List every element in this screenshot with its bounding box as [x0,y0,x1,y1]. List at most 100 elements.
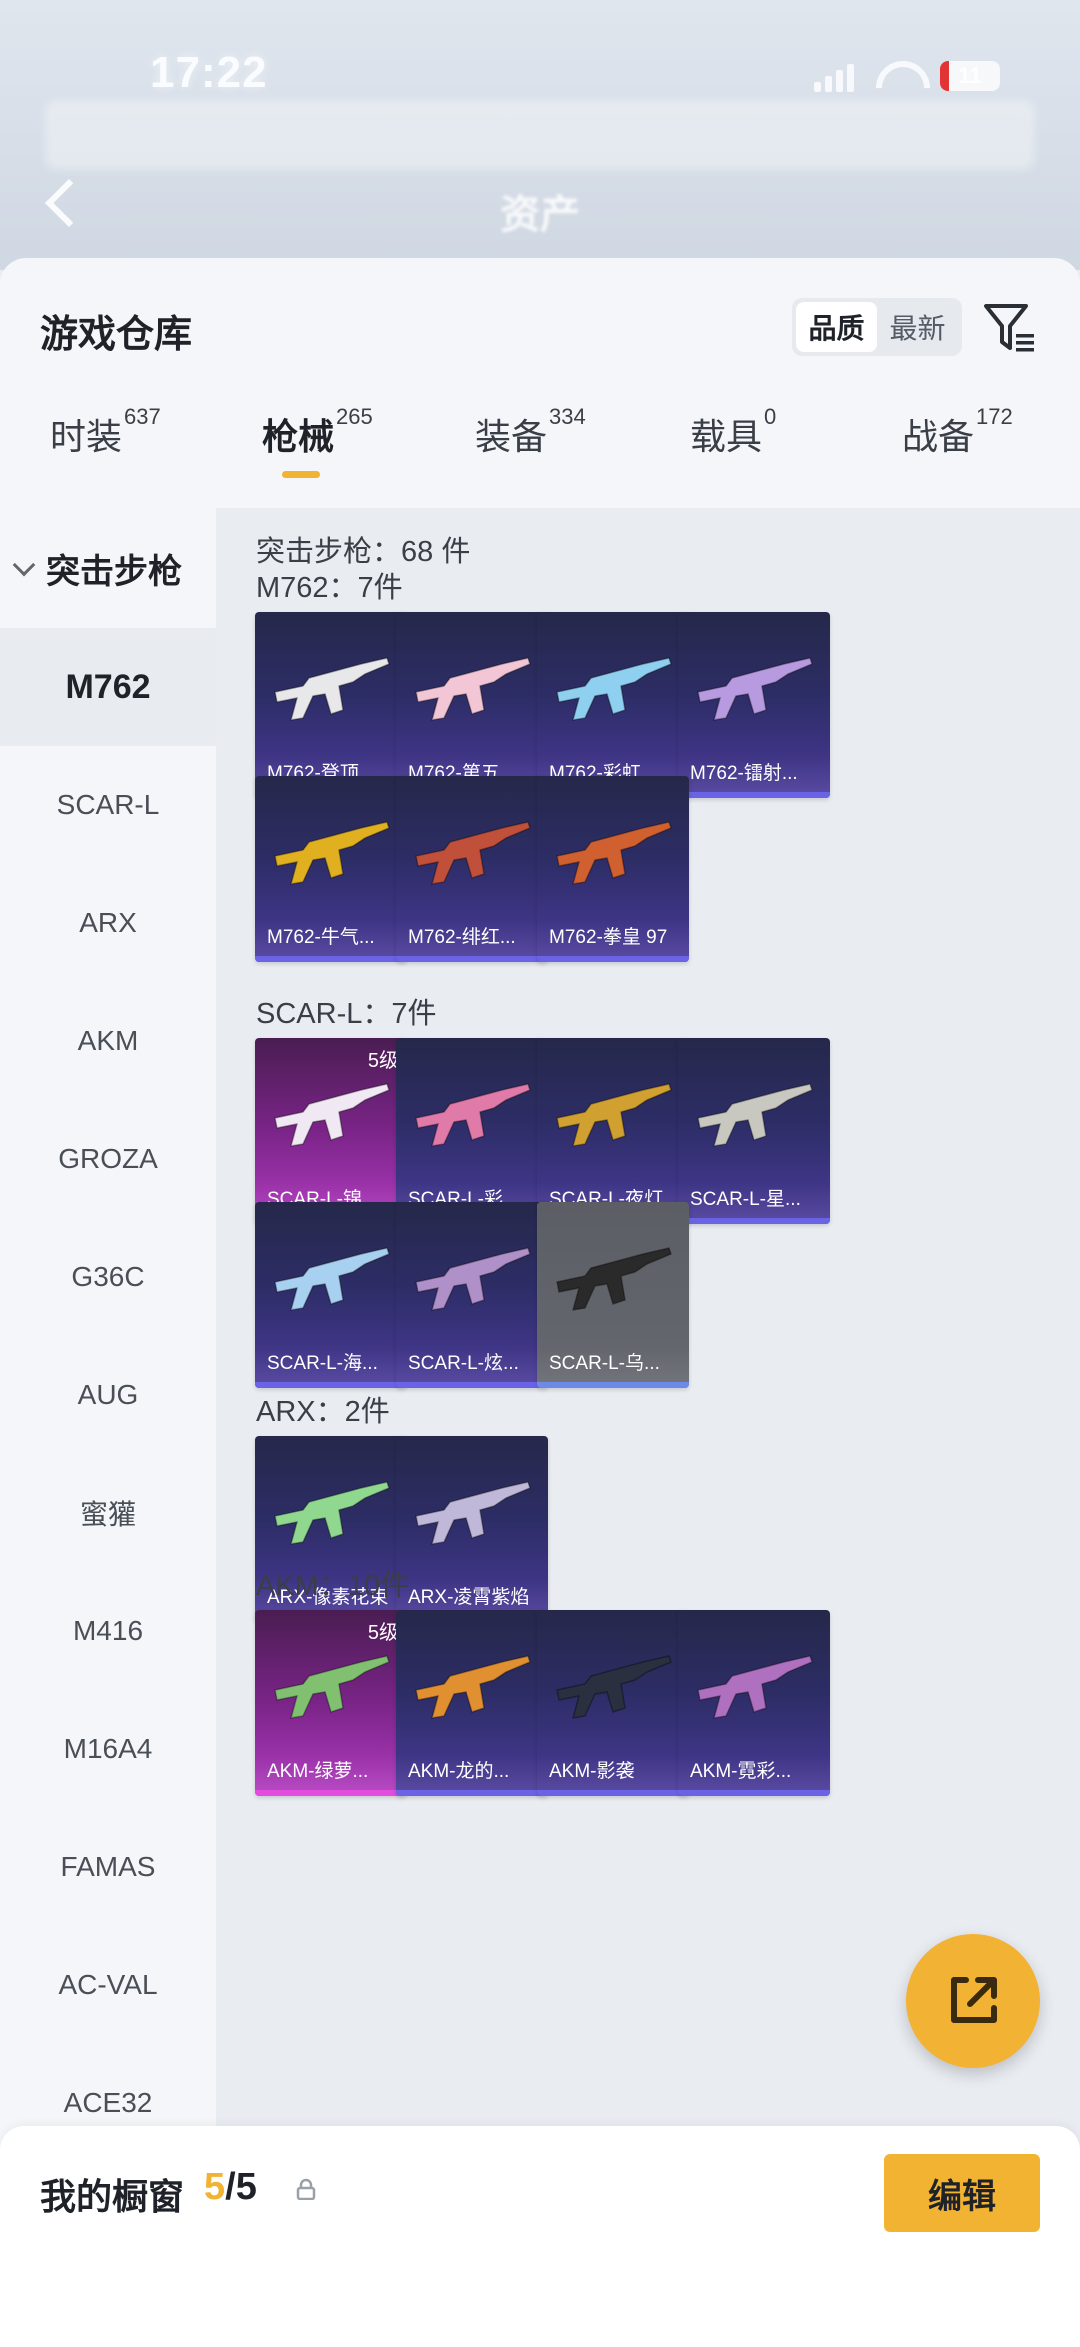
weapon-name: SCAR-L-星... [678,1182,830,1218]
rifle-icon [697,657,813,721]
sidebar-item-m16a4[interactable]: M16A4 [0,1690,216,1808]
share-icon [951,1977,997,2023]
weapon-card[interactable]: SCAR-L-乌... [537,1202,689,1388]
tab-count: 334 [549,404,586,429]
weapon-card[interactable]: AKM-霓彩... [678,1610,830,1796]
sidebar-item-arx[interactable]: ARX [0,864,216,982]
status-icons: 11 [814,60,1000,92]
showcase-title: 我的橱窗 [40,2176,185,2217]
rifle-icon [556,1083,672,1147]
tab-label: 枪械 [262,416,335,457]
active-tab-indicator [282,471,320,478]
wifi-icon [876,61,918,91]
status-time: 17:22 [150,48,268,97]
weapon-card[interactable]: 5级 SCAR-L-锦... [255,1038,407,1224]
sidebar-item-ac-val[interactable]: AC-VAL [0,1926,216,2044]
sidebar-category-header[interactable]: 突击步枪 [0,508,216,628]
tab-count: 637 [124,404,161,429]
sort-toggle: 品质 最新 [792,298,962,356]
sidebar-item-honey-badger[interactable]: 蜜獾 [0,1454,216,1572]
level-badge: 5级 [367,1050,399,1072]
rifle-icon [274,1083,390,1147]
warehouse-sheet: 游戏仓库 品质 最新 时装637 枪械265 装备334 载具0 战备172 突… [0,258,1080,2347]
sidebar-category-label: 突击步枪 [46,552,182,591]
warehouse-title: 游戏仓库 [40,314,193,356]
weapon-card[interactable]: AKM-龙的... [396,1610,548,1796]
battery-icon: 11 [940,61,1000,91]
top-blur-area: 17:22 11 资产 [0,0,1080,270]
tab-label: 战备 [902,416,975,457]
weapon-card[interactable]: M762-登顶... [255,612,407,798]
category-tabs: 时装637 枪械265 装备334 载具0 战备172 [0,404,1080,488]
weapon-card[interactable]: SCAR-L-星... [678,1038,830,1224]
sidebar-item-aug[interactable]: AUG [0,1336,216,1454]
weapon-card[interactable]: M762-拳皇 97 [537,776,689,962]
weapon-name: M762-牛气... [255,920,407,956]
lock-icon [296,2178,316,2200]
weapon-name: AKM-绿萝... [255,1754,407,1790]
tab-count: 0 [764,404,777,429]
rifle-icon [274,1655,390,1719]
sidebar-item-famas[interactable]: FAMAS [0,1808,216,1926]
weapon-card[interactable]: M762-第五... [396,612,548,798]
rifle-icon [415,1481,531,1545]
rifle-icon [556,657,672,721]
share-button[interactable] [906,1934,1040,2068]
rifle-icon [274,1481,390,1545]
rifle-icon [415,1247,531,1311]
weapon-name: SCAR-L-炫... [396,1346,548,1382]
edit-button[interactable]: 编辑 [884,2154,1040,2232]
tab-fashion[interactable]: 时装637 [50,404,161,488]
weapon-card[interactable]: M762-镭射... [678,612,830,798]
weapon-card[interactable]: M762-彩虹... [537,612,689,798]
tab-vehicles[interactable]: 载具0 [690,404,776,488]
sidebar-item-groza[interactable]: GROZA [0,1100,216,1218]
weapon-card[interactable]: SCAR-L-炫... [396,1202,548,1388]
weapon-name: M762-拳皇 97 [537,920,689,956]
rifle-icon [556,821,672,885]
rifle-icon [415,821,531,885]
rifle-icon [274,657,390,721]
weapon-card[interactable]: M762-牛气... [255,776,407,962]
weapon-card[interactable]: AKM-影袭 [537,1610,689,1796]
weapon-name: AKM-龙的... [396,1754,548,1790]
tab-label: 装备 [475,416,548,457]
weapon-sidebar: 突击步枪 M762 SCAR-L ARX AKM GROZA G36C AUG … [0,508,216,2347]
tab-equipment[interactable]: 装备334 [475,404,586,488]
group-label: ARX：2件 [256,1396,390,1428]
weapon-card[interactable]: SCAR-L-彩... [396,1038,548,1224]
sheet-header: 游戏仓库 品质 最新 [0,258,1080,398]
tab-supplies[interactable]: 战备172 [902,404,1013,488]
group-label: SCAR-L：7件 [256,998,437,1030]
weapon-name: M762-绯红... [396,920,548,956]
blurred-toolbar [45,100,1035,170]
filter-icon[interactable] [982,300,1038,356]
weapon-card[interactable]: SCAR-L-夜灯 [537,1038,689,1224]
weapon-card[interactable]: 5级 AKM-绿萝... [255,1610,407,1796]
weapon-card[interactable]: ARX-凌霄紫焰 [396,1436,548,1622]
tab-label: 载具 [690,416,763,457]
weapon-name: M762-镭射... [678,756,830,792]
page-title: 资产 [500,193,580,237]
tab-count: 265 [336,404,373,429]
sort-newest-option[interactable]: 最新 [877,302,958,352]
weapon-card[interactable]: SCAR-L-海... [255,1202,407,1388]
sidebar-item-m762[interactable]: M762 [0,628,216,746]
showcase-used: 5 [204,2166,226,2208]
rifle-icon [415,657,531,721]
back-icon[interactable] [40,176,80,228]
sidebar-item-g36c[interactable]: G36C [0,1218,216,1336]
weapon-name: SCAR-L-海... [255,1346,407,1382]
sidebar-item-m416[interactable]: M416 [0,1572,216,1690]
tab-guns[interactable]: 枪械265 [262,404,373,488]
level-badge: 5级 [367,1622,399,1644]
sidebar-item-scar-l[interactable]: SCAR-L [0,746,216,864]
sort-quality-option[interactable]: 品质 [796,302,877,352]
tab-label: 时装 [50,416,123,457]
weapon-card[interactable]: M762-绯红... [396,776,548,962]
sidebar-item-akm[interactable]: AKM [0,982,216,1100]
weapon-name: AKM-霓彩... [678,1754,830,1790]
showcase-bar: 我的橱窗 5/5 编辑 [0,2126,1080,2347]
rifle-icon [697,1083,813,1147]
rifle-icon [274,1247,390,1311]
